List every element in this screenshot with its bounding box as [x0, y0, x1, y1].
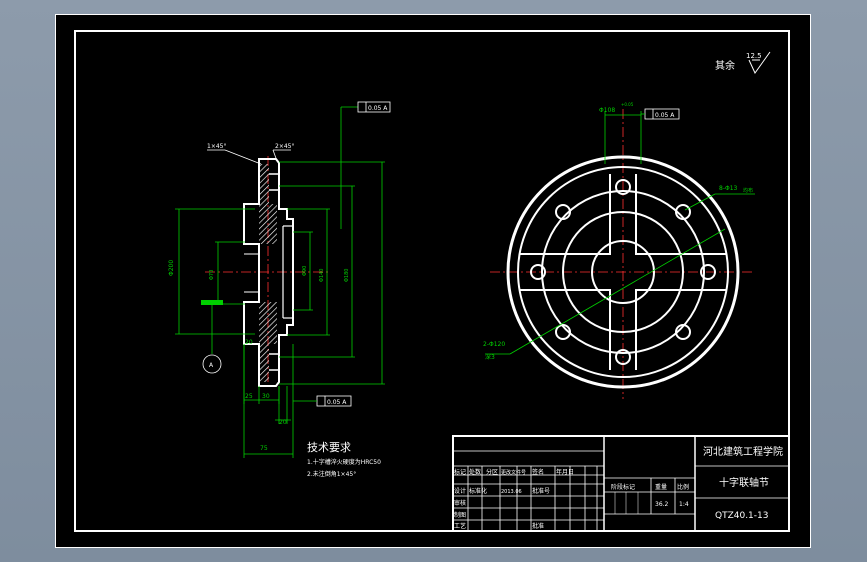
header-design: 设计: [454, 487, 466, 495]
section-hatch-top: [259, 164, 269, 204]
header-scale: 比例: [677, 483, 689, 491]
header-std: 标准化: [469, 487, 487, 495]
dim-phi-outer: Φ200: [168, 260, 175, 276]
dim-outer-line: [279, 161, 385, 385]
section-hatch-upper: [259, 204, 277, 244]
scale-value: 1:4: [679, 501, 689, 508]
section-hatch-bottom: [259, 344, 269, 382]
tech-requirements: 技术要求 1.十字槽淬火硬度为HRC50 2.未注倒角1×45°: [307, 441, 381, 478]
front-view: 1×45° 2×45° Φ200 Φ70 Φ90 Φ140 Φ180 25 30…: [168, 101, 391, 458]
side-tol: 0.05 A: [655, 112, 675, 119]
tech-req-line1: 1.十字槽淬火硬度为HRC50: [307, 458, 381, 466]
dim-30: 30: [262, 393, 270, 400]
drawing-number: QTZ40.1-13: [715, 511, 769, 521]
dim-phi-bore-line: [215, 241, 245, 305]
holes-note: 均布: [743, 187, 753, 194]
tol-bottom: 0.05 A: [327, 399, 347, 406]
header-date: 年月日: [556, 468, 574, 476]
part-name: 十字联轴节: [719, 476, 769, 489]
tech-req-title: 技术要求: [307, 441, 351, 454]
header-mark: 标记: [454, 468, 466, 476]
side-view: Φ108 +0.05 0.05 A 8-Φ13 均布 2-Φ120 深3: [483, 102, 755, 399]
title-block-text: 河北建筑工程学院 十字联轴节 QTZ40.1-13 标记 处数 分区 更改文件号…: [454, 445, 783, 530]
datum-bar: [201, 300, 223, 305]
dim-phi-mid: Φ180: [344, 269, 350, 282]
header-approve: 批准: [532, 522, 544, 530]
chamfer-left-label: 1×45°: [207, 143, 226, 150]
section-hatch-lower: [259, 302, 277, 344]
slot-note: 深3: [485, 353, 495, 361]
bolt-circle-tol: +0.05: [621, 102, 634, 107]
dim-75: 75: [260, 445, 268, 452]
datum-label: A: [209, 362, 214, 369]
holes-dim: 8-Φ13: [719, 185, 738, 192]
header-count: 处数: [469, 468, 481, 476]
header-weight: 重量: [655, 483, 667, 491]
header-sign: 签名: [532, 468, 544, 476]
dim-20a: 20: [245, 339, 253, 346]
chamfer-right-label: 2×45°: [275, 143, 294, 150]
dim-20b: 20: [279, 419, 287, 426]
tol-top: 0.05 A: [368, 105, 388, 112]
dim-phi-bore: Φ70: [209, 270, 215, 280]
header-check: 审核: [454, 499, 466, 507]
dim-phi-inner: Φ90: [302, 266, 308, 276]
cad-drawing: 其余 12.5 1×45° 2×45° Φ200 Φ70 Φ90 Φ140 Φ1…: [55, 14, 811, 548]
header-zone: 分区: [486, 468, 498, 476]
drawing-sheet: 其余 12.5 1×45° 2×45° Φ200 Φ70 Φ90 Φ140 Φ1…: [55, 14, 811, 548]
bolt-circle-dim: Φ108: [599, 107, 615, 114]
header-draw: 制图: [454, 511, 466, 519]
header-stage: 阶段标记: [611, 483, 635, 491]
tech-req-line2: 2.未注倒角1×45°: [307, 470, 356, 478]
outer-border: [55, 14, 811, 548]
header-process: 工艺: [454, 522, 466, 530]
roughness-value: 12.5: [746, 52, 762, 60]
roughness-label: 其余: [715, 59, 735, 72]
weight-value: 36.2: [655, 501, 669, 508]
header-approve-no: 批准号: [532, 487, 550, 495]
dim-25a: 25: [245, 393, 253, 400]
design-date: 2013.06: [501, 489, 522, 495]
dim-phi-hub: Φ140: [319, 269, 325, 282]
header-doc: 更改文件号: [501, 469, 526, 476]
slot-dim: 2-Φ120: [483, 341, 505, 348]
school-name: 河北建筑工程学院: [703, 445, 783, 458]
